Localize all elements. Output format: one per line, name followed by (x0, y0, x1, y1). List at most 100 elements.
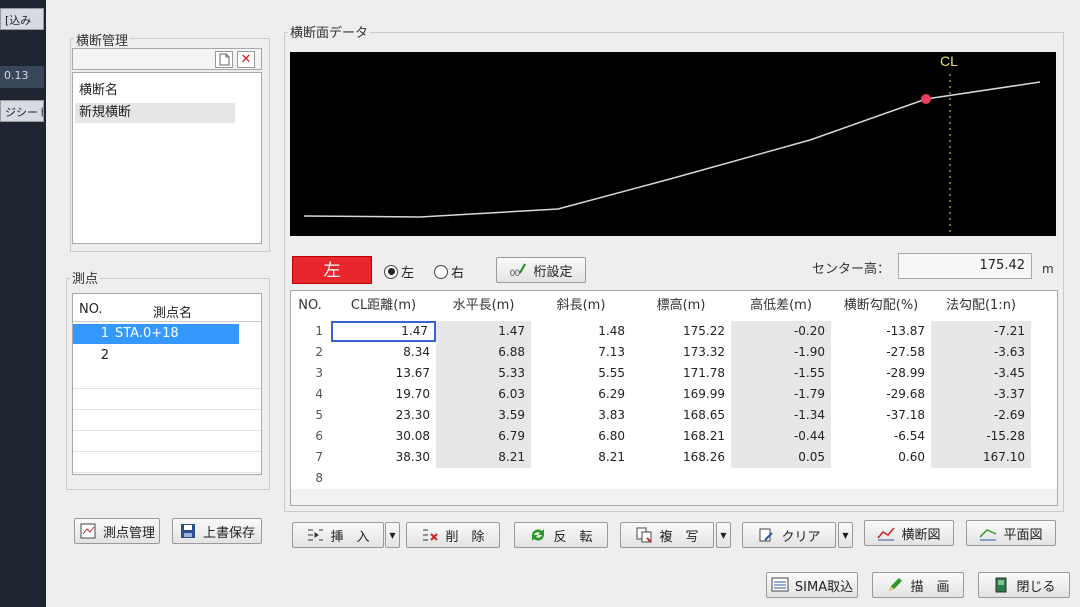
section-list: 横断名 新規横断 (72, 72, 262, 244)
cell-cl-distance[interactable]: 30.08 (331, 426, 436, 447)
cell-horizontal[interactable]: 8.21 (436, 447, 531, 468)
clear-dropdown[interactable]: ▼ (838, 522, 853, 548)
insert-button[interactable]: 挿 入 (292, 522, 384, 548)
cell-height-diff[interactable]: -1.79 (731, 384, 831, 405)
table-row[interactable]: 8 (291, 468, 1057, 489)
cell-height-diff[interactable]: -0.44 (731, 426, 831, 447)
delete-button[interactable]: 削 除 (406, 522, 500, 548)
cell-cross-slope[interactable]: -37.18 (831, 405, 931, 426)
cell-batter[interactable]: -3.45 (931, 363, 1031, 384)
center-height-field[interactable]: 175.42 (898, 253, 1032, 279)
plan-view-button[interactable]: 平面図 (966, 520, 1056, 546)
table-row[interactable]: 5 23.30 3.59 3.83 168.65 -1.34 -37.18 -2.69 (291, 405, 1057, 426)
clear-button[interactable]: クリア (742, 522, 836, 548)
section-management-label: 横断管理 (74, 30, 131, 49)
flip-button[interactable]: 反 転 (514, 522, 608, 548)
cell-elevation[interactable]: 171.78 (631, 363, 731, 384)
table-row[interactable]: 3 13.67 5.33 5.55 171.78 -1.55 -28.99 -3.45 (291, 363, 1057, 384)
cell-cl-distance[interactable]: 8.34 (331, 342, 436, 363)
cell-cl-distance[interactable]: 23.30 (331, 405, 436, 426)
points-list-header: NO. 測点名 (73, 294, 261, 322)
pencil-icon (886, 576, 904, 594)
copy-button[interactable]: 複 写 (620, 522, 714, 548)
cell-horizontal[interactable]: 1.47 (436, 321, 531, 342)
close-button[interactable]: 閉じる (978, 572, 1070, 598)
cell-batter[interactable]: -3.37 (931, 384, 1031, 405)
settings-wrench-icon: 00 (509, 261, 527, 279)
cell-elevation[interactable]: 168.65 (631, 405, 731, 426)
table-row[interactable]: 4 19.70 6.03 6.29 169.99 -1.79 -29.68 -3.37 (291, 384, 1057, 405)
cell-slope-length[interactable]: 6.80 (531, 426, 631, 447)
cell-batter[interactable]: 167.10 (931, 447, 1031, 468)
overwrite-save-button[interactable]: 上書保存 (172, 518, 262, 544)
sima-import-button[interactable]: SIMA取込 (766, 572, 858, 598)
radio-right-circle[interactable] (434, 264, 448, 279)
cell-height-diff[interactable]: -1.34 (731, 405, 831, 426)
cell-horizontal[interactable]: 6.79 (436, 426, 531, 447)
points-row[interactable]: 2 (73, 346, 239, 366)
radio-right[interactable]: 右 (434, 262, 464, 281)
copy-dropdown[interactable]: ▼ (716, 522, 731, 548)
cell-elevation[interactable]: 168.26 (631, 447, 731, 468)
cell-cl-distance[interactable] (331, 468, 436, 489)
draw-button[interactable]: 描 画 (872, 572, 964, 598)
cell-no: 7 (315, 450, 323, 464)
section-list-item[interactable]: 新規横断 (75, 103, 235, 123)
new-file-icon[interactable] (215, 51, 233, 68)
center-height-label: センター高： (812, 262, 891, 277)
points-row-selected[interactable]: 1 STA.0+18 (73, 324, 239, 344)
cell-elevation[interactable] (631, 468, 731, 489)
cell-cross-slope[interactable] (831, 468, 931, 489)
cell-cl-distance[interactable]: 38.30 (331, 447, 436, 468)
cell-horizontal[interactable]: 6.03 (436, 384, 531, 405)
cell-cl-distance[interactable]: 13.67 (331, 363, 436, 384)
cell-elevation[interactable]: 169.99 (631, 384, 731, 405)
table-row[interactable]: 6 30.08 6.79 6.80 168.21 -0.44 -6.54 -15.28 (291, 426, 1057, 447)
cell-cross-slope[interactable]: -27.58 (831, 342, 931, 363)
delete-red-x-icon[interactable]: ✕ (237, 51, 255, 68)
cell-cross-slope[interactable]: -13.87 (831, 321, 931, 342)
cell-cl-distance[interactable]: 19.70 (331, 384, 436, 405)
insert-dropdown[interactable]: ▼ (385, 522, 400, 548)
cell-slope-length[interactable]: 1.48 (531, 321, 631, 342)
cell-batter[interactable]: -15.28 (931, 426, 1031, 447)
cell-slope-length[interactable]: 3.83 (531, 405, 631, 426)
cell-horizontal[interactable]: 3.59 (436, 405, 531, 426)
cell-elevation[interactable]: 173.32 (631, 342, 731, 363)
cell-slope-length[interactable]: 8.21 (531, 447, 631, 468)
cell-cross-slope[interactable]: -29.68 (831, 384, 931, 405)
cell-slope-length[interactable]: 6.29 (531, 384, 631, 405)
radio-left-circle[interactable] (384, 264, 398, 279)
cell-horizontal[interactable]: 6.88 (436, 342, 531, 363)
cell-height-diff[interactable]: 0.05 (731, 447, 831, 468)
radio-left[interactable]: 左 (384, 262, 414, 281)
cell-height-diff[interactable]: -1.55 (731, 363, 831, 384)
table-row[interactable]: 1 1.47 1.47 1.48 175.22 -0.20 -13.87 -7.21 (291, 321, 1057, 342)
digit-settings-button[interactable]: 00 桁設定 (496, 257, 586, 283)
cell-batter[interactable]: -7.21 (931, 321, 1031, 342)
cell-elevation[interactable]: 175.22 (631, 321, 731, 342)
cross-section-table[interactable]: NO. CL距離(m) 水平長(m) 斜長(m) 標高(m) 高低差(m) 横断… (290, 290, 1058, 506)
cell-elevation[interactable]: 168.21 (631, 426, 731, 447)
cross-section-view-button[interactable]: 横断図 (864, 520, 954, 546)
table-row[interactable]: 2 8.34 6.88 7.13 173.32 -1.90 -27.58 -3.63 (291, 342, 1057, 363)
cell-slope-length[interactable]: 5.55 (531, 363, 631, 384)
cell-height-diff[interactable] (731, 468, 831, 489)
cell-batter[interactable]: -2.69 (931, 405, 1031, 426)
cell-height-diff[interactable]: -1.90 (731, 342, 831, 363)
cell-slope-length[interactable] (531, 468, 631, 489)
cell-cross-slope[interactable]: -28.99 (831, 363, 931, 384)
cell-height-diff[interactable]: -0.20 (731, 321, 831, 342)
cell-batter[interactable] (931, 468, 1031, 489)
point-management-button[interactable]: 測点管理 (74, 518, 160, 544)
table-row[interactable]: 7 38.30 8.21 8.21 168.26 0.05 0.60 167.10 (291, 447, 1057, 468)
cell-horizontal[interactable]: 5.33 (436, 363, 531, 384)
cell-cross-slope[interactable]: -6.54 (831, 426, 931, 447)
cell-batter[interactable]: -3.63 (931, 342, 1031, 363)
cell-cl-distance-active[interactable]: 1.47 (331, 321, 436, 342)
cell-horizontal[interactable] (436, 468, 531, 489)
table-empty-area (291, 489, 1057, 505)
sima-import-label: SIMA取込 (794, 579, 854, 595)
cell-slope-length[interactable]: 7.13 (531, 342, 631, 363)
cell-cross-slope[interactable]: 0.60 (831, 447, 931, 468)
